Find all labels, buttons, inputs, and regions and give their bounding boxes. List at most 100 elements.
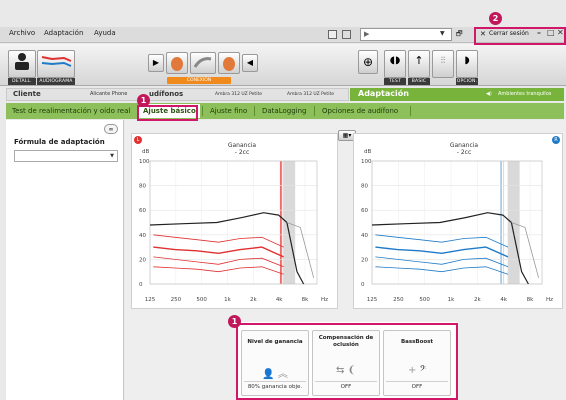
tab-separator bbox=[314, 106, 315, 116]
chevron-down-icon: ▼ bbox=[110, 153, 114, 159]
hearing-aid-icon bbox=[171, 57, 183, 71]
detail-button[interactable] bbox=[8, 50, 36, 78]
y-tick-label: 100 bbox=[361, 159, 372, 165]
shaded-region bbox=[507, 161, 520, 284]
play-left-icon: ▶ bbox=[152, 58, 160, 67]
app-window: Archivo Adaptación Ayuda ▶ ▼ 🗗 ✕ Cerrar … bbox=[0, 0, 566, 400]
left-panel: ∞ Fórmula de adaptación ▼ bbox=[6, 120, 124, 400]
x-tick-label: 250 bbox=[171, 297, 182, 303]
gain-curve bbox=[153, 266, 284, 275]
y-tick-label: 40 bbox=[139, 233, 146, 239]
person-icon bbox=[15, 53, 29, 70]
gain-curve bbox=[375, 234, 509, 248]
chevron-down-icon: ▼ bbox=[440, 30, 445, 37]
x-tick-label: 125 bbox=[145, 297, 156, 303]
y-tick-label: 60 bbox=[361, 208, 368, 214]
left-ear-chart: L Ganancia - 2cc dB 0 20 40 60 80 100 125 250 50… bbox=[131, 133, 338, 309]
ears-icon: ◖◗ bbox=[389, 55, 401, 66]
hearing-aid-pair-icon bbox=[193, 57, 212, 68]
x-tick-label: 1k bbox=[224, 297, 231, 303]
gain-curve bbox=[375, 256, 509, 268]
save-icon[interactable] bbox=[328, 30, 337, 39]
x-tick-label: 500 bbox=[419, 297, 430, 303]
x-axis-label: Hz bbox=[321, 297, 328, 303]
formula-label: Fórmula de adaptación bbox=[14, 138, 105, 146]
x-tick-label: 4k bbox=[500, 297, 507, 303]
window-icon[interactable]: 🗗 bbox=[456, 30, 463, 41]
tab-separator bbox=[410, 106, 411, 116]
device-right: Ambra 312 UZ Petite bbox=[287, 92, 334, 97]
client-name: Alicante Phone bbox=[90, 91, 128, 97]
hearing-aid-right-button[interactable] bbox=[218, 52, 240, 74]
x-tick-label: 125 bbox=[367, 297, 378, 303]
y-tick-label: 80 bbox=[361, 184, 368, 190]
formula-select[interactable]: ▼ bbox=[14, 150, 118, 162]
options-label: OPCION. bbox=[456, 78, 478, 85]
y-tick-label: 100 bbox=[139, 159, 150, 165]
gain-curve bbox=[375, 266, 509, 275]
menu-ayuda[interactable]: Ayuda bbox=[94, 29, 116, 37]
basic-label: BASIC bbox=[408, 78, 430, 85]
device-left: Ambra 312 UZ Petite bbox=[215, 92, 262, 97]
gain-curve bbox=[153, 234, 284, 248]
x-tick-label: 2k bbox=[250, 297, 257, 303]
x-tick-label: 4k bbox=[276, 297, 283, 303]
y-tick-label: 0 bbox=[361, 282, 365, 288]
y-tick-label: 80 bbox=[139, 184, 146, 190]
callout-highlight-session bbox=[474, 27, 566, 45]
callout-badge: 2 bbox=[489, 12, 502, 25]
y-tick-label: 60 bbox=[139, 208, 146, 214]
x-tick-label: 8k bbox=[302, 297, 309, 303]
x-tick-label: 8k bbox=[527, 297, 534, 303]
chart-view-icon: ▦▾ bbox=[342, 132, 352, 139]
next-button[interactable]: ◀ bbox=[242, 54, 258, 72]
menu-archivo[interactable]: Archivo bbox=[9, 29, 35, 37]
client-header: Cliente Alicante Phone udífonos Ambra 31… bbox=[6, 88, 349, 101]
toolbar: DETALL. AUDIOGRAMA ▶ ◀ CONEXIÓN ⊕ ◖◗ ↑ ⫶… bbox=[0, 44, 566, 86]
prev-button[interactable]: ▶ bbox=[148, 54, 164, 72]
settings-button[interactable]: ⊕ bbox=[358, 50, 378, 74]
options-button[interactable]: ◗ bbox=[456, 50, 478, 78]
shaded-region bbox=[283, 161, 296, 284]
arrow-up-icon: ↑ bbox=[414, 54, 424, 67]
callout-highlight-tab bbox=[137, 105, 198, 121]
target-icon: ⊕ bbox=[362, 55, 374, 69]
tab-feedback-test[interactable]: Test de realimentación y oído real bbox=[8, 104, 134, 118]
y-tick-label: 40 bbox=[361, 233, 368, 239]
menu-adaptacion[interactable]: Adaptación bbox=[44, 29, 83, 37]
speaker-icon: ◀) bbox=[486, 91, 492, 97]
link-icon[interactable]: ∞ bbox=[104, 124, 118, 134]
hearing-aid-pair-button[interactable] bbox=[190, 52, 216, 74]
play-icon: ▶ bbox=[364, 30, 370, 38]
x-tick-label: 1k bbox=[448, 297, 455, 303]
play-right-icon: ◀ bbox=[246, 58, 254, 67]
tab-datalogging[interactable]: DataLogging bbox=[258, 104, 311, 118]
basic-button[interactable]: ↑ bbox=[408, 50, 430, 78]
audiogram-button[interactable] bbox=[37, 50, 75, 78]
tab-fine-tuning[interactable]: Ajuste fino bbox=[206, 104, 251, 118]
test-button[interactable]: ◖◗ bbox=[384, 50, 406, 78]
tab-separator bbox=[254, 106, 255, 116]
x-tick-label: 500 bbox=[196, 297, 207, 303]
program-select[interactable] bbox=[360, 28, 452, 41]
fine-tuning-button[interactable]: ⫶⫶ bbox=[432, 50, 454, 78]
gain-curve bbox=[153, 246, 284, 258]
x-tick-label: 2k bbox=[474, 297, 481, 303]
client-label: Cliente bbox=[13, 90, 41, 98]
tab-hearing-aid-options[interactable]: Opciones de audífono bbox=[318, 104, 402, 118]
callout-highlight-features bbox=[236, 323, 458, 400]
connection-label: CONEXIÓN bbox=[167, 77, 231, 84]
callout-badge: 1 bbox=[137, 94, 150, 107]
test-label: TEST bbox=[384, 78, 406, 85]
y-tick-label: 20 bbox=[139, 257, 146, 263]
gain-curve bbox=[375, 246, 509, 258]
print-icon[interactable] bbox=[342, 30, 351, 39]
x-tick-label: 250 bbox=[393, 297, 404, 303]
x-axis-label: Hz bbox=[546, 297, 553, 303]
tab-separator bbox=[202, 106, 203, 116]
audiogram-label: AUDIOGRAMA bbox=[37, 78, 75, 85]
gain-curve bbox=[153, 256, 284, 268]
hearing-aid-icon bbox=[223, 57, 235, 71]
hearing-aid-left-button[interactable] bbox=[166, 52, 188, 74]
right-ear-chart: R Ganancia - 2cc dB 0 20 40 60 80 100 125 250 50… bbox=[353, 133, 563, 309]
